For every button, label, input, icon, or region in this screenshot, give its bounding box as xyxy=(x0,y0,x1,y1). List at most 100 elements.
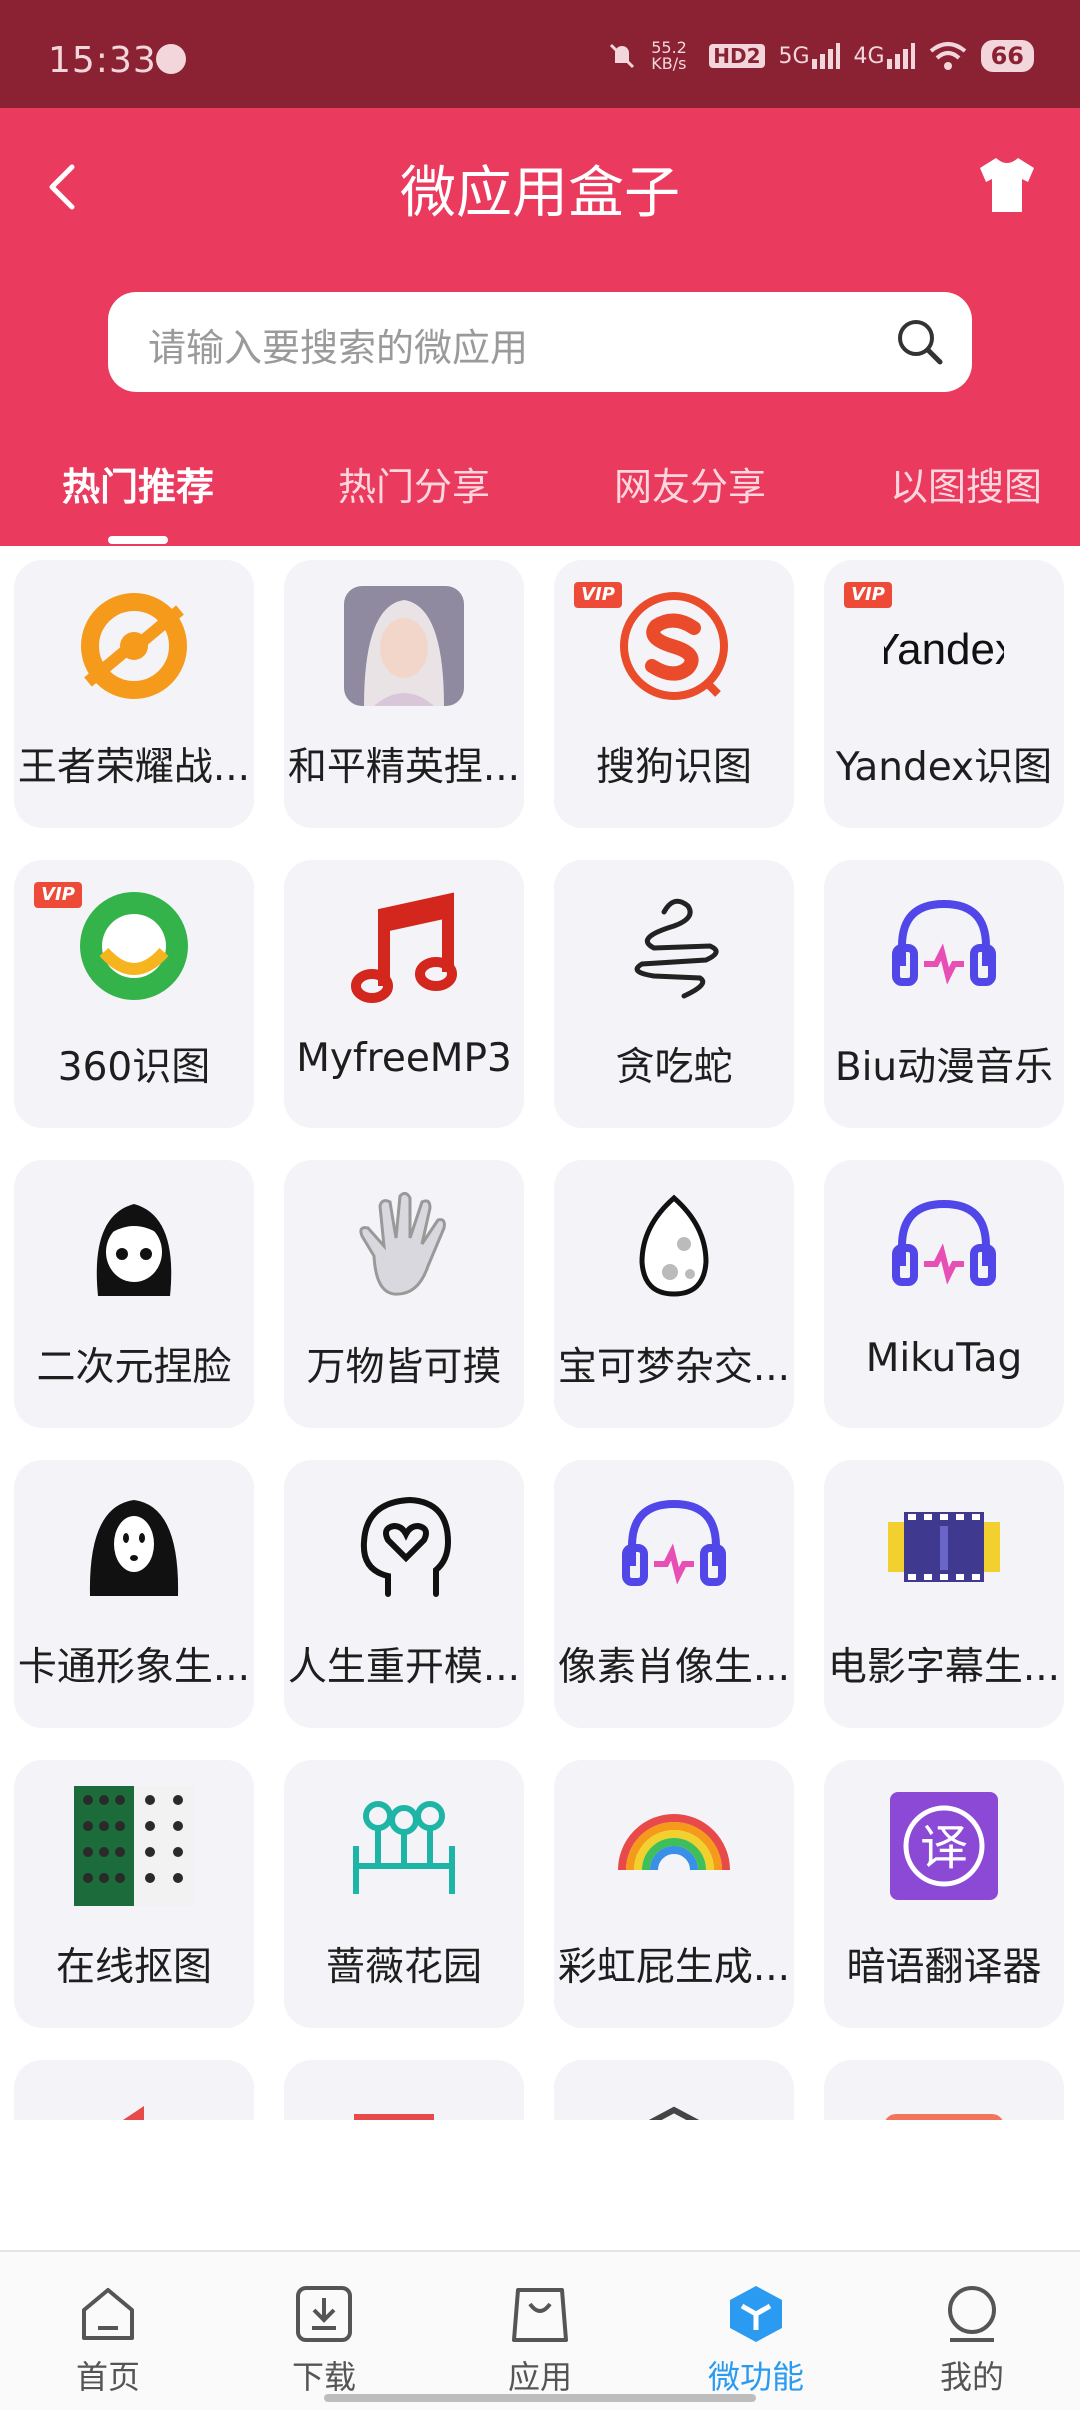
app-label: 贪吃蛇 xyxy=(615,1045,733,1090)
signal-5g: 5G xyxy=(779,43,840,69)
head-heart-icon xyxy=(360,1496,452,1597)
wifi-icon xyxy=(929,41,967,71)
egg-icon xyxy=(639,1194,709,1297)
app-grid: 王者荣耀战... 和平精英捏... VIP 搜狗识图 VIP Yandex Ya… xyxy=(14,560,1066,2120)
ghost-face-icon xyxy=(89,1500,179,1596)
shirt-icon xyxy=(980,158,1034,212)
svg-text:Yandex: Yandex xyxy=(884,625,1004,674)
nav-home[interactable]: 首页 xyxy=(0,2252,216,2410)
speaker-icon xyxy=(123,2106,144,2120)
app-card[interactable] xyxy=(554,2060,794,2120)
app-label: 彩虹屁生成... xyxy=(557,1945,791,1990)
app-label: 卡通形象生... xyxy=(17,1645,251,1690)
app-label: 蔷薇花园 xyxy=(325,1945,482,1990)
app-card[interactable]: VIP 360识图 xyxy=(14,860,254,1128)
download-icon xyxy=(296,2286,352,2342)
page-title: 微应用盒子 xyxy=(400,161,680,226)
app-card[interactable]: 像素肖像生... xyxy=(554,1460,794,1728)
app-label: 在线抠图 xyxy=(55,1945,212,1990)
signal-4g-label: 4G xyxy=(853,43,885,69)
nav-label: 我的 xyxy=(939,2358,1004,2396)
headphones-icon xyxy=(892,1199,996,1286)
app-card[interactable]: 二次元捏脸 xyxy=(14,1160,254,1428)
app-card[interactable]: 卡通形象生... xyxy=(14,1460,254,1728)
app-card[interactable]: 电影字幕生... xyxy=(824,1460,1064,1728)
check-icon xyxy=(156,44,186,74)
app-label: 和平精英捏... xyxy=(287,745,521,790)
rainbow-icon xyxy=(618,1814,730,1871)
nav-label: 下载 xyxy=(291,2358,356,2396)
search-placeholder: 请输入要搜索的微应用 xyxy=(148,326,529,370)
app-label: 宝可梦杂交... xyxy=(557,1345,791,1390)
bag-icon xyxy=(512,2288,568,2342)
app-card[interactable]: MikuTag xyxy=(824,1160,1064,1428)
app-label: 人生重开模... xyxy=(287,1645,521,1690)
cutout-grid-icon xyxy=(74,1786,194,1906)
net-speed: 55.2 KB/s xyxy=(651,38,687,73)
status-bar: 15:33 55.2 KB/s HD2 5G 4G 66 xyxy=(0,0,1080,108)
nav-micro-features[interactable]: 微功能 xyxy=(648,2252,864,2410)
status-time: 15:33 xyxy=(48,40,157,81)
nav-label: 首页 xyxy=(75,2358,140,2396)
nav-label: 微功能 xyxy=(707,2358,804,2396)
app-card[interactable] xyxy=(824,2060,1064,2120)
nav-download[interactable]: 下载 xyxy=(216,2252,432,2410)
app-label: 搜狗识图 xyxy=(595,745,752,790)
yandex-icon: Yandex xyxy=(884,625,1004,674)
app-card[interactable] xyxy=(284,2060,524,2120)
app-card[interactable]: VIP 搜狗识图 xyxy=(554,560,794,828)
header: 微应用盒子 请输入要搜索的微应用 热门推荐 热门分享 网友分享 以图搜图 xyxy=(0,108,1080,546)
app-label: 360识图 xyxy=(57,1045,211,1090)
nav-label: 应用 xyxy=(507,2358,572,2396)
nav-apps[interactable]: 应用 xyxy=(432,2252,648,2410)
app-card[interactable]: 人生重开模... xyxy=(284,1460,524,1728)
app-card[interactable]: 万物皆可摸 xyxy=(284,1160,524,1428)
app-card[interactable]: MyfreeMP3 xyxy=(284,860,524,1128)
hand-icon xyxy=(359,1191,446,1296)
app-label: 万物皆可摸 xyxy=(306,1345,502,1390)
signal-4g: 4G xyxy=(854,43,915,69)
app-label: 二次元捏脸 xyxy=(36,1345,232,1390)
app-card[interactable]: 和平精英捏... xyxy=(284,560,524,828)
tab-user-share[interactable]: 网友分享 xyxy=(590,456,790,511)
app-card[interactable]: 贪吃蛇 xyxy=(554,860,794,1128)
cube-icon xyxy=(730,2286,782,2342)
film-strip-icon xyxy=(888,1512,1000,1582)
app-card[interactable]: 蔷薇花园 xyxy=(284,1760,524,2028)
tab-hot-recommend[interactable]: 热门推荐 xyxy=(38,456,238,511)
tab-indicator xyxy=(108,536,168,544)
app-card[interactable]: 王者荣耀战... xyxy=(14,560,254,828)
360-icon xyxy=(80,892,188,1000)
headphones-icon xyxy=(622,1499,726,1586)
bottom-nav: 首页 下载 应用 微功能 我的 xyxy=(0,2250,1080,2410)
app-label: MyfreeMP3 xyxy=(296,1036,512,1081)
search-input[interactable]: 请输入要搜索的微应用 xyxy=(108,292,972,392)
app-label: 电影字幕生... xyxy=(827,1645,1061,1690)
music-note-icon xyxy=(351,892,457,1003)
sogou-icon xyxy=(620,592,728,700)
nav-profile[interactable]: 我的 xyxy=(864,2252,1080,2410)
app-card[interactable]: 宝可梦杂交... xyxy=(554,1160,794,1428)
app-card[interactable] xyxy=(14,2060,254,2120)
theme-button[interactable] xyxy=(974,152,1040,218)
app-label: MikuTag xyxy=(865,1336,1023,1381)
app-card[interactable]: VIP Yandex Yandex识图 xyxy=(824,560,1064,828)
app-card[interactable]: 彩虹屁生成... xyxy=(554,1760,794,2028)
app-label: 王者荣耀战... xyxy=(17,745,251,790)
app-card[interactable]: Biu动漫音乐 xyxy=(824,860,1064,1128)
signal-5g-label: 5G xyxy=(778,43,810,69)
red-card-icon xyxy=(354,2114,434,2120)
search-icon[interactable] xyxy=(894,316,946,368)
app-card[interactable]: 在线抠图 xyxy=(14,1760,254,2028)
tab-image-search[interactable]: 以图搜图 xyxy=(866,456,1066,511)
garden-icon xyxy=(353,1801,455,1894)
app-label: 像素肖像生... xyxy=(557,1645,791,1690)
tab-hot-share[interactable]: 热门分享 xyxy=(314,456,514,511)
app-card[interactable]: 译 暗语翻译器 xyxy=(824,1760,1064,2028)
status-icons: 55.2 KB/s HD2 5G 4G 66 xyxy=(607,34,1034,78)
app-label: 暗语翻译器 xyxy=(846,1945,1042,1990)
headphones-icon xyxy=(892,899,996,986)
home-indicator[interactable] xyxy=(324,2394,756,2402)
battery-level: 66 xyxy=(980,40,1034,72)
anime-girl-icon xyxy=(96,1204,172,1296)
